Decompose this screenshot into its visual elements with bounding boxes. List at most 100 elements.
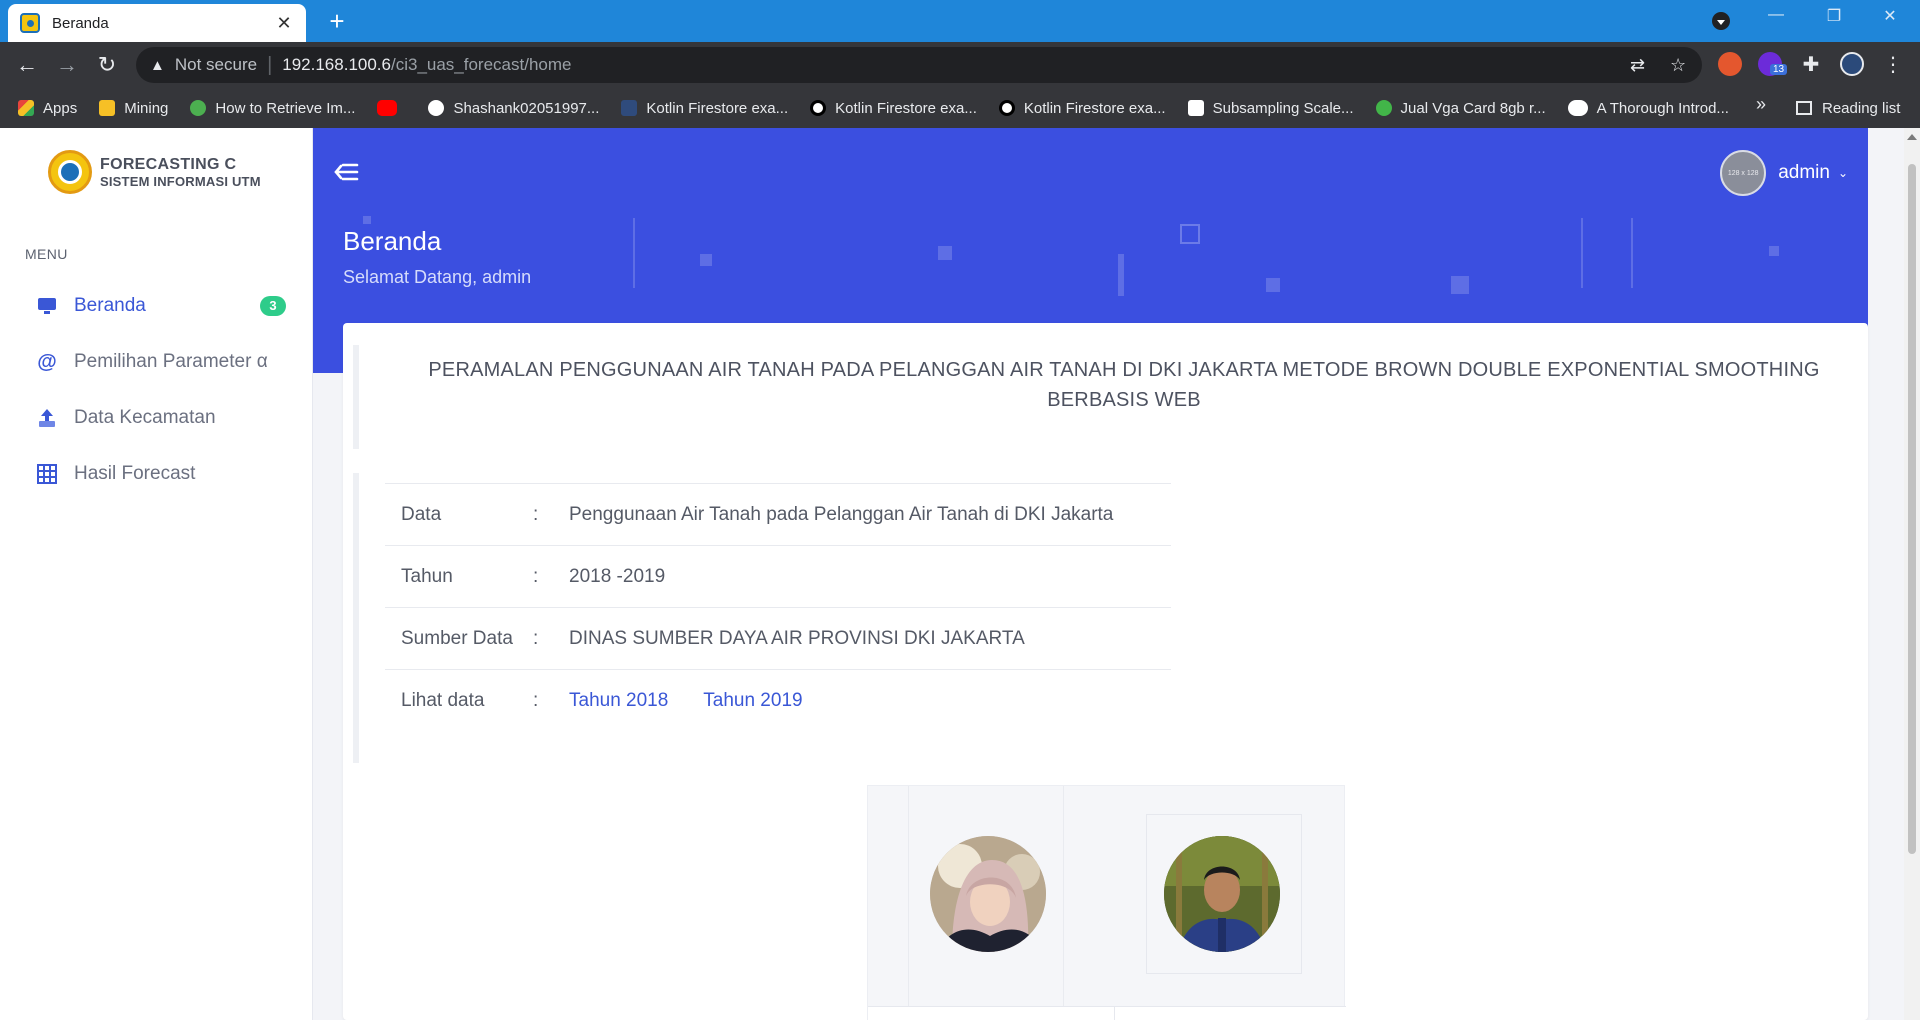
bookmark-item[interactable]: Apps [18,100,77,117]
youtube-icon [377,100,398,116]
apps-grid-icon [18,100,34,116]
team-member-photo [1164,836,1280,952]
extensions-puzzle-icon[interactable]: ✚ [1796,50,1826,80]
bookmark-item[interactable]: Kotlin Firestore exa... [998,100,1166,117]
bookmark-item[interactable]: Mining [99,100,168,117]
reading-list-label: Reading list [1822,99,1901,117]
sidebar-item-label: Data Kecamatan [74,407,216,428]
bookmarks-overflow-button[interactable]: » [1756,94,1766,115]
folder-icon [99,100,116,116]
row-value: DINAS SUMBER DAYA AIR PROVINSI DKI JAKAR… [569,627,1025,649]
decoration [1118,254,1124,296]
tab-close-icon[interactable]: ✕ [274,13,294,34]
forward-arrow-icon[interactable]: → [52,50,82,80]
url-path[interactable]: /ci3_uas_forecast/home [391,55,572,75]
info-block: Data : Penggunaan Air Tanah pada Pelangg… [353,473,1843,763]
row-label: Tahun [401,565,453,587]
sidebar-item-label: Hasil Forecast [74,463,196,484]
info-table: Data : Penggunaan Air Tanah pada Pelangg… [385,483,1171,731]
sidebar-item-data-kecamatan[interactable]: Data Kecamatan [36,398,286,438]
table-grid-icon [36,463,58,485]
kotlin-icon [621,100,638,116]
row-label: Lihat data [401,689,485,711]
reading-list-button[interactable]: Reading list [1796,88,1900,128]
row-separator: : [533,627,539,649]
restore-icon[interactable]: ❐ [1814,6,1854,26]
decoration [700,254,712,266]
bookmark-item[interactable]: Shashank02051997... [428,100,599,117]
bookmark-item[interactable]: Subsampling Scale... [1187,100,1354,117]
medium-icon [810,100,827,116]
brand[interactable]: FORECASTING C SISTEM INFORMASI UTM [48,150,261,194]
bookmark-item[interactable] [377,100,406,116]
sidebar: FORECASTING C SISTEM INFORMASI UTM MENU … [0,128,313,1020]
row-label: Data [401,503,442,525]
scrollbar-thumb[interactable] [1908,164,1916,854]
medium-icon [998,100,1015,116]
page-subtitle: Selamat Datang, admin [343,267,532,287]
browser-tab-active[interactable]: Beranda ✕ [8,4,306,42]
extension-notes-icon[interactable]: 13 [1758,52,1788,76]
sidebar-toggle-icon[interactable] [333,158,359,190]
link-tahun-2018[interactable]: Tahun 2018 [569,690,668,711]
page-scrollbar[interactable] [1904,128,1920,1020]
table-row: Lihat data : Tahun 2018 Tahun 2019 [385,669,1171,731]
minimize-icon[interactable]: — [1756,6,1796,24]
tab-search-icon[interactable] [1712,12,1730,30]
decoration [1180,224,1200,244]
team-section [867,785,1346,1020]
sidebar-item-label: Beranda [74,295,146,316]
new-tab-button[interactable]: + [322,6,352,36]
scroll-up-arrow-icon[interactable] [1907,134,1917,140]
link-icon [190,100,207,116]
url-host[interactable]: 192.168.100.6 [282,55,391,75]
profile-avatar-icon[interactable] [1840,52,1864,76]
chrome-menu-icon[interactable]: ⋮ [1878,50,1908,80]
row-value: Penggunaan Air Tanah pada Pelanggan Air … [569,503,1114,525]
decoration [633,218,635,288]
address-bar[interactable]: ▲ Not secure | 192.168.100.6 /ci3_uas_fo… [136,47,1702,83]
row-separator: : [533,565,539,587]
tab-title: Beranda [52,14,109,32]
link-tahun-2019[interactable]: Tahun 2019 [703,690,802,711]
warning-triangle-icon[interactable]: ▲ [150,57,165,74]
row-value: Tahun 2018 Tahun 2019 [569,690,1171,712]
row-value: 2018 -2019 [569,565,666,587]
bookmark-star-icon[interactable]: ☆ [1670,55,1686,76]
bookmark-item[interactable]: How to Retrieve Im... [190,100,355,117]
bookmark-item[interactable]: Kotlin Firestore exa... [810,100,977,117]
reading-list-icon [1796,101,1812,115]
reload-icon[interactable]: ↻ [92,50,122,80]
security-label[interactable]: Not secure [175,55,257,75]
translate-icon[interactable]: ⇄ [1630,55,1645,76]
sidebar-item-hasil-forecast[interactable]: Hasil Forecast [36,454,286,494]
sidebar-item-beranda[interactable]: Beranda 3 [36,286,286,326]
page-title: Beranda [343,226,442,256]
extension-ublock-icon[interactable] [1718,52,1742,76]
page-icon [1187,100,1204,116]
medium-icon [1567,100,1588,116]
close-window-icon[interactable]: ✕ [1870,6,1910,26]
bookmark-item[interactable]: A Thorough Introd... [1567,100,1729,117]
bookmark-item[interactable]: Jual Vga Card 8gb r... [1375,100,1546,117]
decoration [1581,218,1583,288]
user-menu[interactable]: 128 x 128 admin ⌄ [1720,150,1848,196]
project-heading: PERAMALAN PENGGUNAAN AIR TANAH PADA PELA… [428,359,1820,411]
back-arrow-icon[interactable]: ← [12,50,42,80]
decoration [1451,276,1469,294]
heading-block: PERAMALAN PENGGUNAAN AIR TANAH PADA PELA… [353,345,1843,449]
browser-toolbar: ← → ↻ ▲ Not secure | 192.168.100.6 /ci3_… [0,42,1920,88]
decoration [1631,218,1633,288]
bookmark-item[interactable]: Kotlin Firestore exa... [621,100,788,117]
row-separator: : [533,503,539,525]
row-label: Sumber Data [401,627,513,649]
sidebar-item-pemilihan-parameter[interactable]: @ Pemilihan Parameter α [36,342,286,382]
brand-title: FORECASTING C [100,155,237,173]
shop-icon [1375,100,1392,116]
monitor-icon [36,295,58,317]
browser-tabstrip: Beranda ✕ + — ❐ ✕ [0,0,1920,42]
decoration [363,216,371,224]
menu-section-label: MENU [25,246,68,262]
decoration [1266,278,1280,292]
row-separator: : [533,689,539,711]
